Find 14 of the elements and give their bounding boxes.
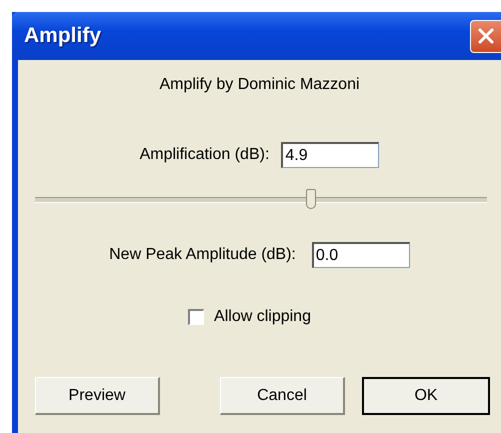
amplification-label: Amplification (dB): [140,146,270,164]
new-peak-label: New Peak Amplitude (dB): [109,246,296,264]
cancel-button[interactable]: Cancel [220,377,345,415]
slider-thumb[interactable] [306,189,316,209]
clipping-label: Allow clipping [214,307,311,327]
clipping-checkbox[interactable] [188,309,204,325]
credit-text: Amplify by Dominic Mazzoni [158,76,361,94]
preview-button[interactable]: Preview [35,377,160,415]
close-button[interactable] [470,20,501,52]
amplification-field[interactable]: 4.9 [281,142,380,168]
new-peak-field[interactable]: 0.0 [312,242,410,268]
window-title: Amplify [24,24,102,48]
ok-button[interactable]: OK [362,377,490,415]
close-icon [476,26,496,46]
